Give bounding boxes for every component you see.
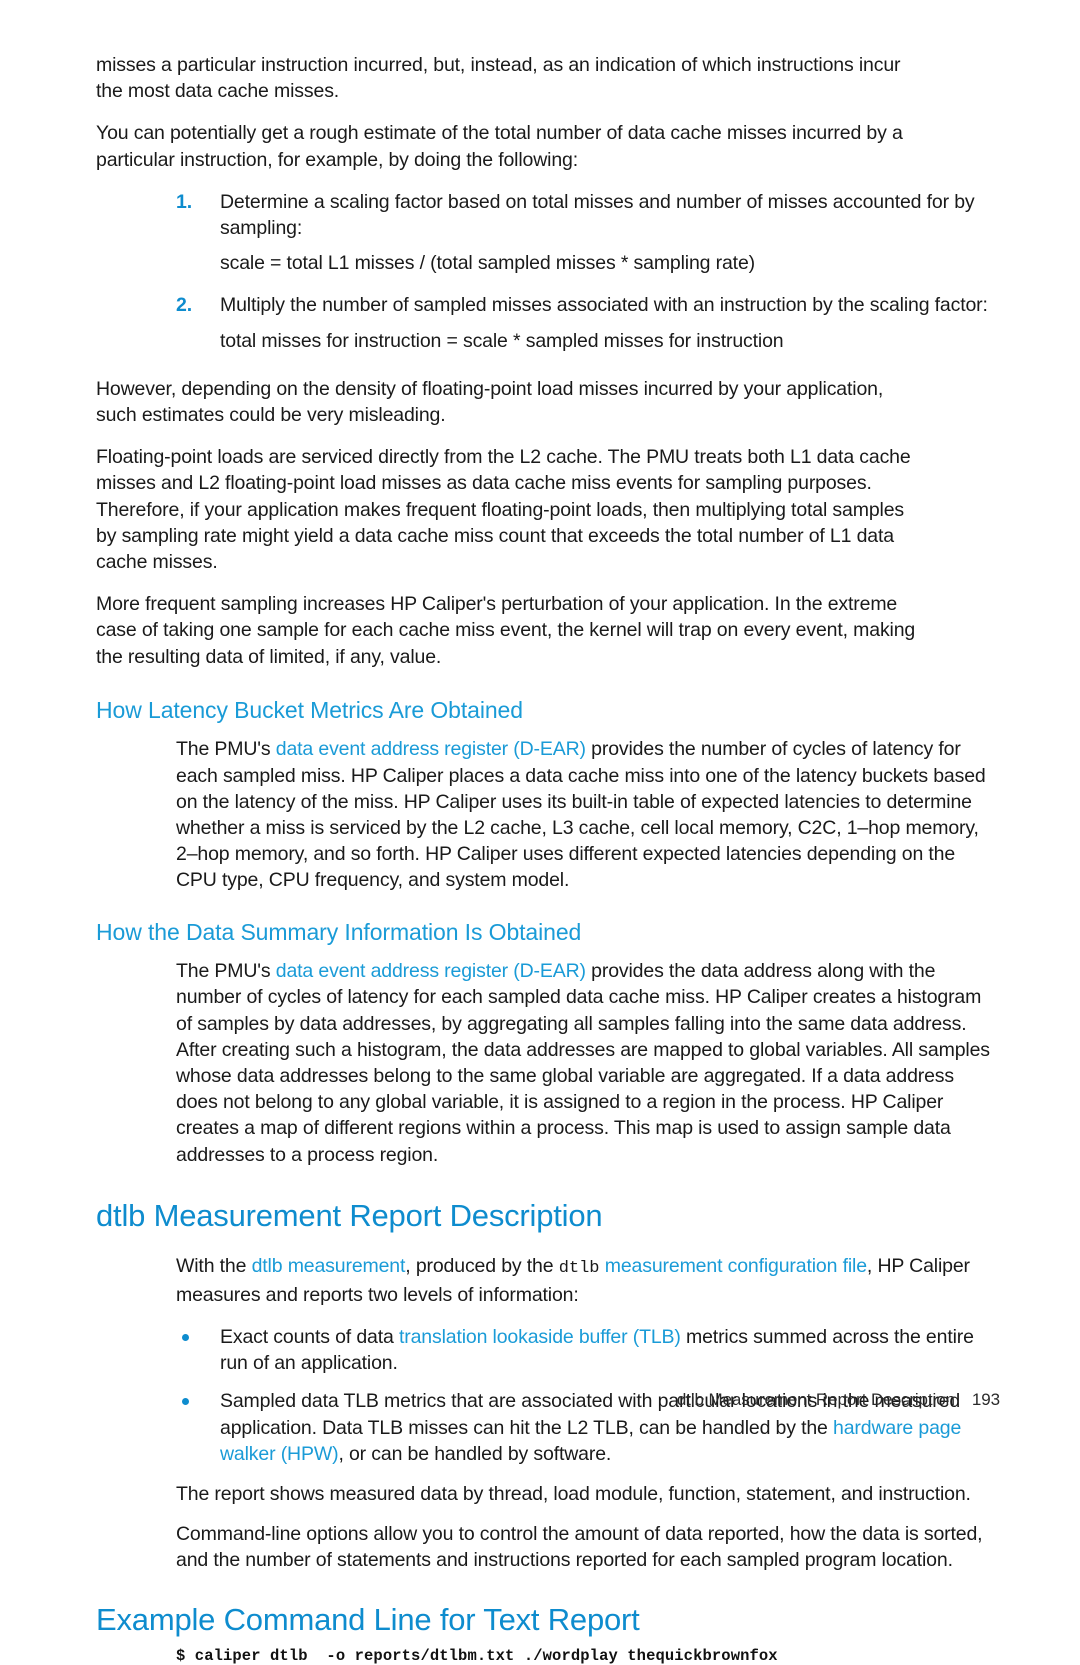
intro-prefix: With the [176, 1254, 252, 1277]
link-d-ear[interactable]: data event address register (D-EAR) [276, 960, 586, 982]
link-measurement-configuration-file[interactable]: measurement configuration file [600, 1255, 867, 1277]
step-text: Determine a scaling factor based on tota… [220, 190, 975, 240]
link-d-ear[interactable]: data event address register (D-EAR) [276, 738, 586, 760]
step-text: Multiply the number of sampled misses as… [220, 294, 988, 317]
link-tlb[interactable]: translation lookaside buffer (TLB) [399, 1326, 681, 1348]
footer-title: dtlb Measurement Report Description [676, 1390, 955, 1409]
step-formula: total misses for instruction = scale * s… [220, 329, 784, 352]
page-footer: dtlb Measurement Report Description 193 [0, 1390, 1000, 1410]
paragraph-more-frequent-sampling: More frequent sampling increases HP Cali… [96, 593, 916, 668]
paragraph-summary-dear: The PMU's data event address register (D… [176, 958, 1000, 1168]
heading-example-command-line-for-text-report: Example Command Line for Text Report [96, 1601, 640, 1637]
inline-code-dtlb: dtlb [558, 1258, 600, 1278]
paragraph-floating-point-loads: Floating-point loads are serviced direct… [96, 446, 911, 574]
heading-how-latency-bucket-metrics: How Latency Bucket Metrics Are Obtained [96, 696, 523, 723]
heading-how-data-summary-obtained: How the Data Summary Information Is Obta… [96, 918, 582, 945]
numbered-steps-list: 1. Determine a scaling factor based on t… [96, 189, 1000, 354]
bullet-dot-icon [182, 1333, 189, 1341]
paragraph-rough-estimate: You can potentially get a rough estimate… [96, 122, 903, 171]
intro-mid: , produced by the [405, 1254, 559, 1277]
paragraph-misses-intro: misses a particular instruction incurred… [96, 54, 901, 103]
link-dtlb-measurement[interactable]: dtlb measurement [252, 1255, 406, 1277]
document-page: misses a particular instruction incurred… [0, 0, 1080, 1665]
paragraph-rest: provides the number of cycles of latency… [176, 738, 986, 892]
paragraph-latency-dear: The PMU's data event address register (D… [176, 736, 1000, 893]
heading-dtlb-measurement-report-description: dtlb Measurement Report Description [96, 1197, 603, 1233]
paragraph-rest: provides the data address along with the… [176, 960, 990, 1166]
footer-page-number: 193 [971, 1390, 1000, 1409]
paragraph-however-density: However, depending on the density of flo… [96, 377, 884, 427]
paragraph-prefix: The PMU's [176, 960, 276, 983]
code-block-example-command: $ caliper dtlb -o reports/dtlbm.txt ./wo… [176, 1647, 778, 1665]
paragraph-prefix: The PMU's [176, 738, 276, 761]
list-item: 1. Determine a scaling factor based on t… [176, 189, 1000, 277]
paragraph-command-line-options: Command-line options allow you to contro… [176, 1523, 983, 1572]
bullet-prefix: Exact counts of data [220, 1325, 399, 1348]
paragraph-report-shows: The report shows measured data by thread… [176, 1482, 971, 1505]
list-item: 2. Multiply the number of sampled misses… [176, 292, 1000, 353]
paragraph-dtlb-intro: With the dtlb measurement, produced by t… [176, 1253, 1000, 1308]
step-marker: 1. [176, 190, 192, 213]
list-item: Exact counts of data translation lookasi… [176, 1324, 1000, 1376]
step-marker: 2. [176, 294, 192, 317]
bullet-suffix: , or can be handled by software. [338, 1442, 612, 1465]
step-formula: scale = total L1 misses / (total sampled… [220, 252, 755, 275]
